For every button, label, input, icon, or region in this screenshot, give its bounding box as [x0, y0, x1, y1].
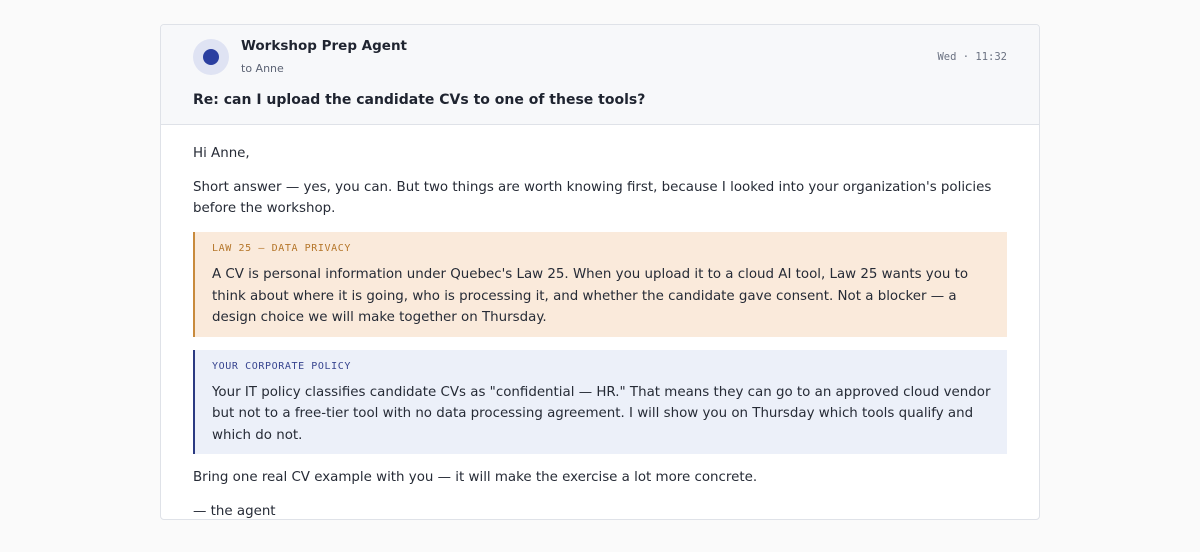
callout-law-25: LAW 25 — DATA PRIVACY A CV is personal i… [193, 232, 1007, 337]
closing-paragraph: Bring one real CV example with you — it … [193, 470, 758, 485]
sender-name: Workshop Prep Agent [241, 38, 408, 54]
callout-label: LAW 25 — DATA PRIVACY [212, 243, 352, 254]
timestamp: Wed · 11:32 [937, 51, 1007, 63]
email-card: Workshop Prep Agent to Anne Wed · 11:32 … [160, 24, 1040, 520]
intro-paragraph: Short answer — yes, you can. But two thi… [193, 180, 992, 216]
avatar [193, 39, 229, 75]
callout-text: A CV is personal information under Quebe… [212, 267, 969, 325]
avatar-dot-icon [203, 49, 219, 65]
greeting: Hi Anne, [193, 146, 250, 161]
callout-text: Your IT policy classifies candidate CVs … [212, 384, 991, 443]
email-subject: Re: can I upload the candidate CVs to on… [193, 92, 646, 108]
callout-corporate-policy: YOUR CORPORATE POLICY Your IT policy cla… [193, 349, 1007, 454]
recipient-line: to Anne [241, 62, 284, 75]
email-body: Hi Anne, Short answer — yes, you can. Bu… [161, 125, 1039, 519]
signature: — the agent [193, 504, 276, 519]
email-header: Workshop Prep Agent to Anne Wed · 11:32 … [161, 25, 1039, 125]
callout-label: YOUR CORPORATE POLICY [212, 360, 352, 372]
